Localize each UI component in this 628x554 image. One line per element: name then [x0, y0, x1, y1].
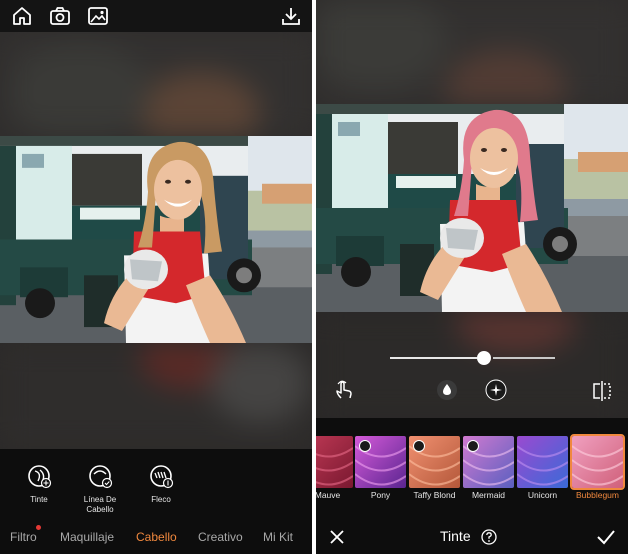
- blurred-background-top: [316, 0, 628, 104]
- intensity-slider-knob[interactable]: [477, 351, 491, 365]
- photo-preview[interactable]: [0, 136, 312, 343]
- blurred-background-bottom: [0, 343, 312, 449]
- hair-dye-icon: [28, 465, 52, 489]
- hair-tool-bar: Tinte Línea De Cabello Fleco: [0, 449, 312, 520]
- tool-linea-de-cabello[interactable]: Línea De Cabello: [70, 463, 130, 515]
- close-icon[interactable]: [329, 529, 345, 545]
- right-screen: Mauve Pony Taffy Blond Mermaid Unicorn B…: [316, 0, 628, 554]
- tool-fleco[interactable]: Fleco: [131, 463, 191, 505]
- swatch-label: Mermaid: [471, 490, 506, 500]
- tool-label: Fleco: [151, 495, 171, 504]
- tab-mi-kit[interactable]: Mi Kit: [263, 530, 293, 544]
- bottom-action-bar: Tinte: [316, 520, 628, 554]
- download-icon[interactable]: [279, 4, 303, 28]
- drop-icon[interactable]: [436, 379, 458, 401]
- check-icon: [359, 440, 371, 452]
- swatch-unicorn[interactable]: [517, 436, 568, 488]
- swatch-label: Taffy Blond: [413, 490, 456, 500]
- category-tabs: Filtro Maquillaje Cabello Creativo Mi Ki…: [0, 520, 312, 554]
- blurred-background-top: [0, 32, 312, 136]
- tab-cabello[interactable]: Cabello: [136, 530, 177, 544]
- swatch-label: Bubblegum: [575, 490, 619, 500]
- check-icon: [413, 440, 425, 452]
- swatch-mermaid[interactable]: [463, 436, 514, 488]
- top-toolbar: [0, 0, 312, 32]
- camera-icon[interactable]: [48, 4, 72, 28]
- home-icon[interactable]: [10, 4, 34, 28]
- sparkle-icon[interactable]: [485, 379, 507, 401]
- slider-track: [493, 357, 555, 359]
- tab-maquillaje[interactable]: Maquillaje: [60, 530, 114, 544]
- adjust-panel: [316, 312, 628, 418]
- swatch-pony[interactable]: [355, 436, 406, 488]
- check-icon: [467, 440, 479, 452]
- left-screen: Tinte Línea De Cabello Fleco Filtro Maqu…: [0, 0, 312, 554]
- swatch-label: Unicorn: [527, 490, 558, 500]
- photo-preview[interactable]: [316, 104, 628, 312]
- swatch-label: Mauve: [316, 490, 341, 500]
- panel-title: Tinte: [440, 528, 471, 544]
- tool-label: Línea De Cabello: [83, 495, 117, 514]
- notification-dot: [36, 525, 41, 530]
- hairline-icon: [89, 465, 113, 489]
- face: [470, 128, 518, 188]
- touch-icon[interactable]: [332, 378, 356, 402]
- check-icon[interactable]: [596, 528, 616, 546]
- swatch-label: Pony: [370, 490, 391, 500]
- gallery-icon[interactable]: [86, 4, 110, 28]
- swatch-bubblegum[interactable]: [570, 434, 625, 490]
- face: [154, 159, 202, 220]
- tab-creativo[interactable]: Creativo: [198, 530, 243, 544]
- compare-icon[interactable]: [590, 379, 614, 403]
- swatch-mauve[interactable]: [316, 436, 353, 488]
- color-swatch-strip: Mauve Pony Taffy Blond Mermaid Unicorn B…: [316, 418, 628, 520]
- tool-tinte[interactable]: Tinte: [9, 463, 69, 505]
- tab-filtro[interactable]: Filtro: [10, 530, 37, 544]
- help-icon[interactable]: [481, 529, 497, 545]
- slider-track-filled: [390, 357, 477, 359]
- tool-label: Tinte: [30, 495, 48, 504]
- swatch-taffy-blond[interactable]: [409, 436, 460, 488]
- bangs-icon: [150, 465, 174, 489]
